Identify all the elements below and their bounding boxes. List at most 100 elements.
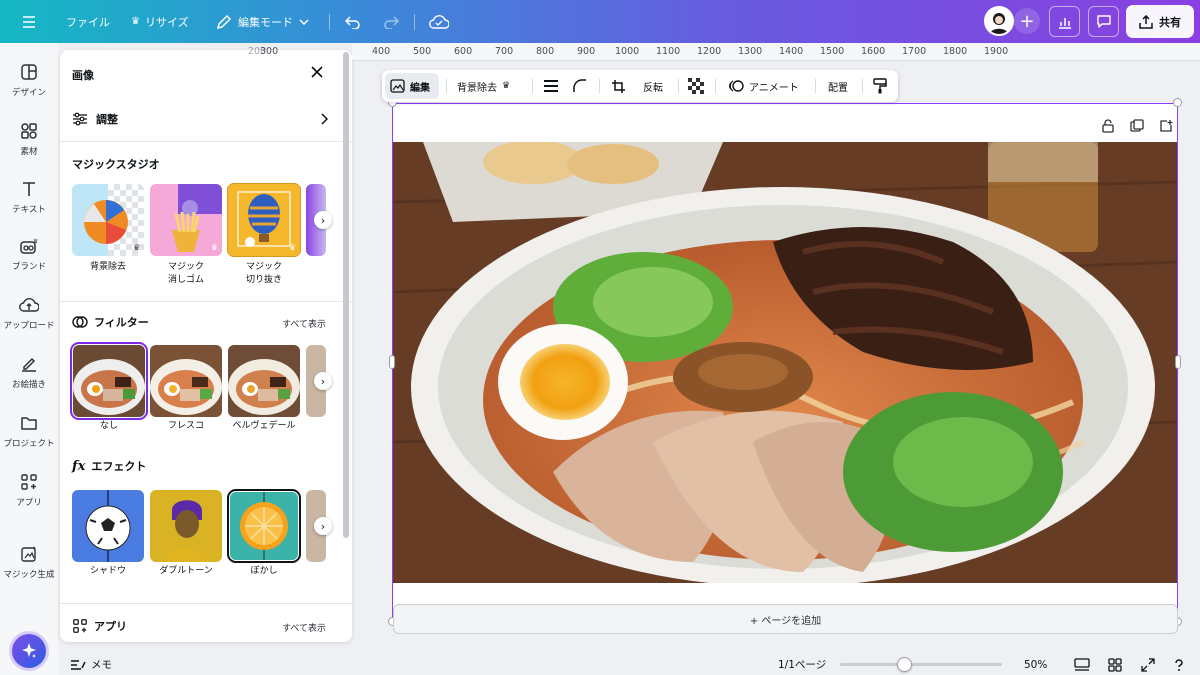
animate-label: アニメート [749,82,799,94]
upload-share-icon [1139,14,1153,29]
rail-label: アプリ [16,498,42,508]
remove-bg-button[interactable]: 背景除去 ♛ [457,70,510,102]
magic-grab-thumb[interactable]: ♛ [227,183,301,257]
rail-item-projects[interactable]: プロジェクト [0,414,58,466]
filters-see-all-link[interactable]: すべて表示 [282,317,326,330]
magic-remove-bg-thumb[interactable]: ♛ [72,184,144,256]
chevron-right-icon[interactable]: › [314,211,332,229]
effect-shadow-thumb[interactable] [72,490,144,562]
brand-icon: ♛ [20,238,38,254]
fx-icon: fx [72,458,86,474]
sliders-icon [73,112,87,126]
rail-item-design[interactable]: デザイン [0,63,58,115]
file-menu[interactable]: ファイル [66,0,110,43]
effect-label: シャドウ [89,566,126,576]
copy-style-icon[interactable] [873,70,887,102]
left-rail: デザイン 素材 テキスト ♛ ブランド アップロード お絵描き プロジェクト ア… [0,43,58,675]
invite-plus-icon[interactable]: + [1014,8,1040,34]
zoom-level[interactable]: 50% [1024,654,1047,675]
flip-button[interactable]: 反転 [643,70,663,102]
close-icon[interactable] [310,65,324,82]
sparkle-icon [22,643,36,658]
comment-icon[interactable] [1088,6,1119,37]
border-style-icon[interactable] [543,70,559,102]
text-icon [23,182,35,196]
grid-view-icon[interactable] [1108,654,1122,675]
page-indicator[interactable]: 1/1ページ [778,654,826,675]
help-icon[interactable] [1172,654,1186,675]
zoom-slider-track[interactable] [840,663,1002,666]
edit-label: 編集 [410,82,430,94]
chevron-right-icon[interactable]: › [314,372,332,390]
notes-icon [71,659,86,670]
ruler-tick: 1000 [615,46,640,57]
ruler-tick: 400 [372,46,391,57]
insights-icon[interactable] [1049,6,1080,37]
share-button[interactable]: 共有 [1126,5,1194,38]
position-button[interactable]: 配置 [828,70,848,102]
rail-label: デザイン [11,88,46,98]
adjust-row[interactable]: 調整 [72,108,328,130]
edit-image-button[interactable]: 編集 [390,70,430,102]
rail-label: アップロード [3,321,55,331]
resize-handle-w[interactable] [389,355,395,369]
effects-title: fx エフェクト [72,458,146,474]
lock-icon[interactable] [1101,119,1115,136]
apps-see-all-link[interactable]: すべて表示 [282,621,326,634]
cloud-saved-icon[interactable] [429,0,449,43]
add-page-button[interactable]: + ページを追加 [393,604,1178,634]
ruler-tick: 1500 [820,46,845,57]
redo-icon[interactable] [383,0,399,43]
rail-item-magic-generate[interactable]: マジック生成 [0,545,58,597]
chevron-right-icon [321,113,328,125]
resize-label: リサイズ [144,15,189,29]
magic-eraser-thumb[interactable]: ♛ [150,184,222,256]
filter-fresco-thumb[interactable] [150,345,222,417]
fullscreen-icon[interactable] [1141,654,1155,675]
rail-label: プロジェクト [3,439,55,449]
menu-icon[interactable] [22,0,36,43]
panel-scrollbar[interactable] [343,52,349,538]
rail-item-text[interactable]: テキスト [0,180,58,232]
shapes-icon [21,123,37,139]
pencil-icon [216,14,232,29]
rail-item-draw[interactable]: お絵描き [0,355,58,407]
remove-bg-label: 背景除去 [457,82,497,94]
ramen-thumb-icon [73,345,145,417]
rail-item-elements[interactable]: 素材 [0,122,58,174]
horizontal-ruler: 300 400 500 600 700 800 900 1000 1100 12… [260,43,1200,61]
transparency-icon[interactable] [688,70,704,102]
filter-label: フレスコ [167,421,204,431]
resize-handle-ne[interactable] [1173,98,1182,107]
effect-blur-thumb[interactable] [227,489,301,563]
edit-mode-button[interactable]: 編集モード [216,0,309,43]
image-edit-icon [390,79,405,93]
effect-label: ダブルトーン [159,566,213,576]
notes-button[interactable]: メモ [70,654,112,675]
resize-handle-e[interactable] [1175,355,1181,369]
undo-icon[interactable] [345,0,361,43]
rail-item-uploads[interactable]: アップロード [0,296,58,348]
zoom-slider-knob[interactable] [897,657,913,672]
animate-button[interactable]: アニメート [728,70,799,102]
filter-belvedere-thumb[interactable] [228,345,300,417]
duplicate-page-icon[interactable] [1130,119,1144,136]
add-page-icon[interactable] [1159,119,1173,136]
crown-icon: ♛ [131,16,140,27]
ruler-tick: 1200 [697,46,722,57]
rail-item-brand[interactable]: ♛ ブランド [0,237,58,289]
crop-icon[interactable] [611,70,626,102]
filters-label: フィルター [94,316,149,329]
ruler-tick: 600 [454,46,473,57]
chevron-down-icon [299,18,309,25]
magic-assistant-button[interactable] [12,634,46,668]
rail-item-apps[interactable]: アプリ [0,473,58,525]
selection-frame [392,103,1178,622]
effect-duotone-thumb[interactable] [150,490,222,562]
filter-none-thumb[interactable] [70,342,148,420]
corner-rounding-icon[interactable] [572,70,588,102]
page-view-icon[interactable] [1074,654,1090,675]
user-avatar[interactable] [984,6,1014,36]
resize-button[interactable]: ♛ リサイズ [131,0,189,43]
chevron-right-icon[interactable]: › [314,517,332,535]
